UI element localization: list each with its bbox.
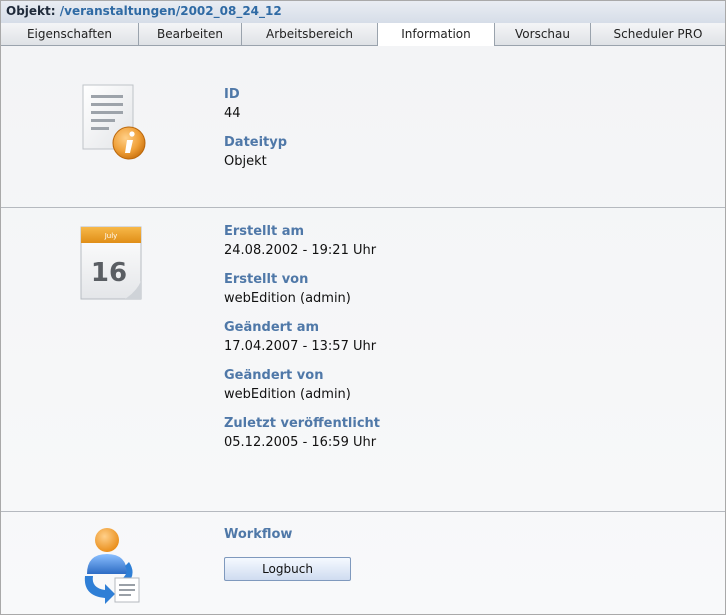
tab-eigenschaften[interactable]: Eigenschaften	[1, 23, 139, 45]
published-label: Zuletzt veröffentlicht	[224, 416, 381, 431]
calendar-month: July	[104, 232, 118, 240]
calendar-icon: July 16	[79, 225, 147, 303]
filetype-value: Objekt	[224, 154, 267, 169]
tab-bar: Eigenschaften Bearbeiten Arbeitsbereich …	[1, 23, 725, 46]
information-panel: ID 44 Dateityp Objekt July 16 Erstellt a…	[1, 46, 725, 614]
section-divider	[1, 511, 725, 512]
editor-frame: Objekt: /veranstaltungen/2002_08_24_12 E…	[0, 0, 726, 615]
created-value: 24.08.2002 - 19:21 Uhr	[224, 243, 377, 258]
workflow-fields: Workflow	[224, 526, 292, 544]
tab-bearbeiten[interactable]: Bearbeiten	[139, 23, 242, 45]
tab-vorschau[interactable]: Vorschau	[495, 23, 591, 45]
created-label: Erstellt am	[224, 224, 305, 239]
info-fields: ID 44 Dateityp Objekt	[224, 86, 287, 182]
changed-value: 17.04.2007 - 13:57 Uhr	[224, 339, 377, 354]
id-label: ID	[224, 87, 240, 102]
object-label: Objekt:	[6, 4, 56, 18]
published-value: 05.12.2005 - 16:59 Uhr	[224, 435, 377, 450]
object-path: /veranstaltungen/2002_08_24_12	[59, 4, 282, 18]
document-info-icon	[79, 83, 149, 161]
tab-information[interactable]: Information	[378, 23, 495, 46]
changed-label: Geändert am	[224, 320, 320, 335]
changed-by-value: webEdition (admin)	[224, 387, 351, 402]
object-header: Objekt: /veranstaltungen/2002_08_24_12	[1, 1, 725, 23]
workflow-user-icon	[79, 526, 145, 606]
changed-by-label: Geändert von	[224, 368, 324, 383]
tab-scheduler-pro[interactable]: Scheduler PRO	[591, 23, 725, 45]
tab-arbeitsbereich[interactable]: Arbeitsbereich	[242, 23, 378, 45]
created-by-label: Erstellt von	[224, 272, 309, 287]
id-value: 44	[224, 106, 241, 121]
workflow-label: Workflow	[224, 527, 293, 542]
calendar-day: 16	[91, 258, 127, 288]
section-divider	[1, 207, 725, 208]
created-by-value: webEdition (admin)	[224, 291, 351, 306]
date-fields: Erstellt am 24.08.2002 - 19:21 Uhr Erste…	[224, 223, 380, 463]
filetype-label: Dateityp	[224, 135, 288, 150]
logbook-button[interactable]: Logbuch	[224, 557, 351, 581]
